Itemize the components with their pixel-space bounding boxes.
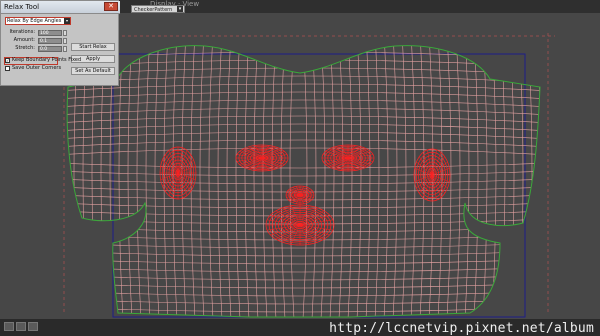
checkbox-checked-icon: ✓: [5, 58, 10, 63]
mesh-edge: [67, 139, 540, 148]
mesh-edge: [67, 298, 540, 305]
mesh-edge: [365, 45, 371, 317]
mesh-edge: [199, 45, 205, 317]
mesh-edge: [491, 45, 497, 317]
mesh-edge: [67, 75, 540, 84]
mesh-edge: [145, 45, 151, 317]
checkbox-icon: [5, 66, 10, 71]
mesh-edge: [473, 45, 479, 317]
mouth-region: [265, 204, 335, 246]
mesh-edge: [67, 266, 540, 273]
iterations-label: Iterations:: [9, 29, 36, 35]
mesh-edge: [118, 45, 124, 317]
mesh-edge: [67, 210, 540, 217]
chevron-down-icon: ▾: [177, 6, 183, 12]
uv-mesh: [55, 36, 550, 317]
left-ear-region: [159, 146, 197, 200]
mesh-edge: [500, 45, 506, 317]
mesh-edge: [154, 45, 160, 317]
mesh-edge: [67, 178, 540, 185]
mesh-edge: [527, 45, 533, 317]
dialog-titlebar[interactable]: Relax Tool ✕: [1, 1, 120, 14]
keep-boundary-label: Keep Boundary Points Fixed: [12, 57, 82, 63]
amount-field[interactable]: 0.1: [38, 38, 62, 44]
mesh-edge: [67, 115, 540, 124]
mesh-edge: [67, 162, 540, 169]
mesh-edge: [392, 45, 398, 317]
mesh-edge: [235, 45, 241, 317]
stretch-spinner[interactable]: [63, 46, 67, 52]
mesh-edge: [226, 45, 232, 317]
status-bar: http://lccnetvip.pixnet.net/album: [0, 319, 600, 336]
chevron-down-icon: ▾: [64, 18, 70, 24]
relax-method-value: Relax By Edge Angles: [7, 18, 62, 24]
mesh-edge: [374, 45, 380, 317]
mesh-edge: [67, 170, 540, 177]
set-as-default-button[interactable]: Set As Default: [71, 67, 115, 75]
mesh-edge: [67, 131, 540, 140]
iterations-spinner[interactable]: [63, 30, 67, 36]
start-relax-button[interactable]: Start Relax: [71, 43, 115, 51]
uv-dense-regions: [159, 144, 451, 246]
mesh-edge: [482, 45, 488, 317]
relax-tool-dialog: Relax Tool ✕ Relax By Edge Angles ▾ Iter…: [0, 0, 120, 86]
status-button-1[interactable]: [4, 322, 14, 331]
right-eye-region: [321, 144, 375, 172]
relax-method-select[interactable]: Relax By Edge Angles ▾: [5, 17, 71, 25]
mesh-edge: [67, 123, 540, 132]
watermark-url: http://lccnetvip.pixnet.net/album: [329, 321, 594, 336]
checker-pattern-dropdown[interactable]: CheckerPattern (Checker) ▾: [131, 5, 185, 21]
amount-label: Amount:: [13, 37, 35, 43]
mesh-edge: [67, 107, 540, 116]
mesh-edge: [127, 45, 133, 317]
viewport-guides: [62, 33, 555, 318]
mesh-edge: [509, 45, 515, 317]
mesh-edge: [208, 45, 214, 317]
mesh-edge: [67, 51, 540, 60]
iterations-field[interactable]: 100: [38, 30, 62, 36]
mesh-edge: [518, 45, 524, 317]
mesh-edge: [383, 45, 389, 317]
mesh-edge: [410, 45, 416, 317]
mesh-edge: [536, 45, 540, 317]
mesh-edge: [67, 290, 540, 297]
save-outer-corners-label: Save Outer Corners: [12, 65, 62, 71]
mesh-edge: [217, 45, 223, 317]
mesh-edge: [401, 45, 407, 317]
dialog-title: Relax Tool: [4, 3, 40, 11]
right-ear-region: [413, 148, 451, 202]
mesh-edge: [67, 45, 540, 52]
stretch-label: Stretch:: [15, 45, 35, 51]
mesh-edge: [67, 147, 540, 156]
mesh-edge: [55, 36, 550, 43]
mesh-edge: [455, 45, 461, 317]
status-button-2[interactable]: [16, 322, 26, 331]
left-eye-region: [235, 144, 289, 172]
stretch-field[interactable]: 0.0: [38, 46, 62, 52]
status-button-3[interactable]: [28, 322, 38, 331]
amount-spinner[interactable]: [63, 38, 67, 44]
mesh-edge: [136, 45, 142, 317]
mesh-grid: [55, 36, 550, 317]
mesh-edge: [464, 45, 470, 317]
close-button[interactable]: ✕: [104, 2, 118, 11]
nose-region: [285, 185, 315, 205]
close-icon: ✕: [108, 2, 114, 10]
